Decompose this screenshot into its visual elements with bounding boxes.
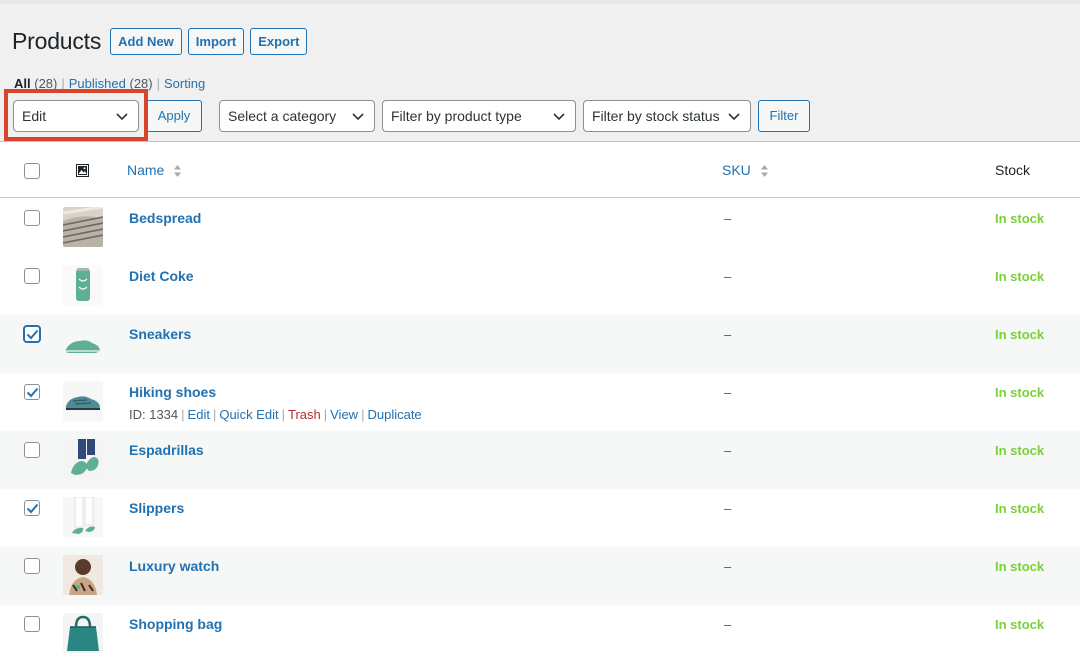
edit-link[interactable]: Edit [188,407,210,422]
view-sorting-link[interactable]: Sorting [164,76,205,91]
row-checkbox[interactable] [24,210,40,226]
product-name-link[interactable]: Bedspread [129,210,201,226]
stock-status: In stock [995,269,1045,284]
view-link[interactable]: View [330,407,358,422]
sku-value: – [724,385,732,400]
duplicate-link[interactable]: Duplicate [367,407,421,422]
trash-link[interactable]: Trash [288,407,321,422]
category-filter-select[interactable]: Select a category [219,100,375,132]
product-name-link[interactable]: Luxury watch [129,558,219,574]
table-row: Espadrillas – In stock [0,431,1080,489]
espadrille-image-icon [63,439,103,479]
product-name-link[interactable]: Hiking shoes [129,384,216,400]
stock-status: In stock [995,211,1045,226]
chevron-down-icon [728,113,740,121]
sku-value: – [724,211,732,226]
sku-value: – [724,443,732,458]
row-checkbox[interactable] [24,616,40,632]
column-sku-header[interactable]: SKU [722,162,769,178]
table-row: Luxury watch – In stock [0,547,1080,605]
import-button[interactable]: Import [187,28,245,55]
tablenav-top: Edit Apply Select a category Filter by p… [0,100,1080,132]
highlight-box [4,89,148,141]
add-new-button[interactable]: Add New [110,28,182,55]
export-button[interactable]: Export [250,28,308,55]
product-thumbnail[interactable] [63,613,103,653]
image-icon [76,164,89,177]
stock-status: In stock [995,617,1045,632]
product-thumbnail[interactable] [63,265,103,305]
table-header: Name SKU Stock [0,142,1080,198]
sku-value: – [724,501,732,516]
slipper-image-icon [63,497,103,537]
row-checkbox[interactable] [24,384,40,400]
stock-status: In stock [995,385,1045,400]
stock-status: In stock [995,559,1045,574]
column-stock-header: Stock [995,162,1031,178]
stock-status: In stock [995,501,1045,516]
stock-status-filter-select[interactable]: Filter by stock status [583,100,751,132]
table-row: Bedspread – In stock [0,199,1080,257]
product-thumbnail[interactable] [63,323,103,363]
product-name-link[interactable]: Slippers [129,500,184,516]
stock-status: In stock [995,327,1045,342]
hiking-shoe-image-icon [63,381,103,421]
chevron-down-icon [352,113,364,121]
table-row: Slippers – In stock [0,489,1080,547]
can-image-icon [63,265,103,305]
checkmark-icon [26,503,39,514]
row-checkbox[interactable] [24,442,40,458]
product-type-filter-select[interactable]: Filter by product type [382,100,576,132]
product-thumbnail[interactable] [63,497,103,537]
chevron-down-icon [553,113,565,121]
row-checkbox[interactable] [24,500,40,516]
product-thumbnail[interactable] [63,555,103,595]
product-name-link[interactable]: Espadrillas [129,442,204,458]
sort-icon [760,165,768,178]
table-row: Sneakers – In stock [0,315,1080,373]
sneaker-image-icon [63,323,103,363]
table-row: Shopping bag – In stock [0,605,1080,663]
product-thumbnail[interactable] [63,207,103,247]
sku-value: – [724,269,732,284]
row-actions: ID: 1334 | Edit | Quick Edit | Trash | View | Dupl… [129,407,422,422]
table-row: Diet Coke – In stock [0,257,1080,315]
checkmark-icon [26,387,39,398]
apply-button[interactable]: Apply [146,100,202,132]
row-checkbox[interactable] [24,558,40,574]
top-edge [0,0,1080,4]
sku-value: – [724,617,732,632]
checkmark-icon [26,329,39,340]
row-checkbox[interactable] [24,326,40,342]
filter-button[interactable]: Filter [758,100,810,132]
sort-icon [174,165,182,178]
watch-image-icon [63,555,103,595]
column-name-header[interactable]: Name [127,162,182,178]
page-header: Products Add New Import Export [12,28,313,55]
row-checkbox[interactable] [24,268,40,284]
product-thumbnail[interactable] [63,439,103,479]
products-table: Name SKU Stock Bedspread – In stock Diet… [0,141,1080,670]
sku-value: – [724,559,732,574]
quick-edit-link[interactable]: Quick Edit [219,407,278,422]
select-all-checkbox[interactable] [24,163,40,179]
page-title: Products [12,28,102,54]
product-id: ID: 1334 [129,407,179,422]
sku-value: – [724,327,732,342]
product-name-link[interactable]: Diet Coke [129,268,194,284]
product-thumbnail[interactable] [63,381,103,421]
bag-image-icon [63,613,103,653]
stock-status: In stock [995,443,1045,458]
product-name-link[interactable]: Shopping bag [129,616,222,632]
table-row: Hiking shoes ID: 1334 | Edit | Quick Edit | Tr… [0,373,1080,431]
bedspread-image-icon [63,207,103,247]
product-name-link[interactable]: Sneakers [129,326,191,342]
